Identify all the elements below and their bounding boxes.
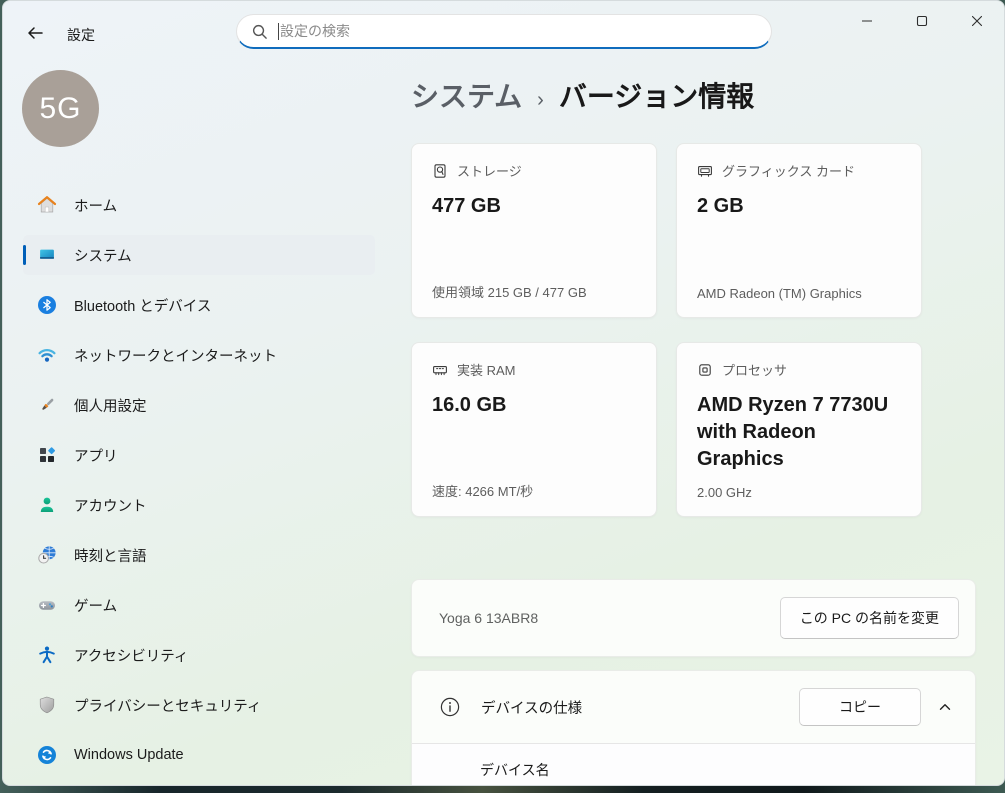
back-button[interactable]: [23, 21, 47, 45]
search-icon: [251, 23, 268, 40]
sidebar-item-bluetooth-devices[interactable]: Bluetooth とデバイス: [23, 285, 375, 325]
sidebar-item-accounts[interactable]: アカウント: [23, 485, 375, 525]
sidebar-item-label: 時刻と言語: [74, 545, 147, 566]
sidebar-item-label: プライバシーとセキュリティ: [74, 695, 261, 716]
time-language-icon: [37, 545, 57, 565]
card-title: ストレージ: [457, 161, 522, 180]
page-title: バージョン情報: [559, 75, 754, 115]
cpu-icon: [697, 362, 713, 378]
accessibility-icon: [37, 645, 57, 665]
bluetooth-icon: [37, 295, 57, 315]
sidebar-item-apps[interactable]: アプリ: [23, 435, 375, 475]
chevron-up-icon[interactable]: [931, 688, 959, 726]
spec-cards-grid: ストレージ 477 GB 使用領域 215 GB / 477 GB グラフィック…: [411, 143, 976, 517]
minimize-button[interactable]: [839, 1, 894, 41]
settings-window: 設定 5G ホーム: [2, 0, 1005, 786]
close-button[interactable]: [949, 1, 1004, 41]
user-avatar[interactable]: 5G: [22, 70, 99, 147]
sidebar-item-home[interactable]: ホーム: [23, 185, 375, 225]
specs-section-title: デバイスの仕様: [481, 697, 582, 718]
device-name: Yoga 6 13ABR8: [439, 610, 538, 626]
network-icon: [37, 345, 57, 365]
device-name-spec-row: デバイス名: [412, 744, 975, 786]
rename-pc-button[interactable]: この PC の名前を変更: [780, 597, 959, 639]
text-caret: [278, 23, 279, 40]
sidebar-item-accessibility[interactable]: アクセシビリティ: [23, 635, 375, 675]
sidebar-item-label: ホーム: [74, 195, 117, 216]
card-value: 2 GB: [697, 193, 901, 220]
windows-update-icon: [37, 745, 57, 765]
sidebar-item-label: システム: [74, 245, 132, 266]
storage-card: ストレージ 477 GB 使用領域 215 GB / 477 GB: [411, 143, 657, 318]
app-title: 設定: [67, 25, 95, 45]
minimize-icon: [861, 15, 873, 27]
spec-row-label: デバイス名: [480, 760, 550, 780]
sidebar-item-network-internet[interactable]: ネットワークとインターネット: [23, 335, 375, 375]
sidebar-item-label: ゲーム: [74, 595, 117, 616]
info-icon: [439, 696, 461, 718]
device-specs-expander[interactable]: デバイスの仕様 コピー: [412, 671, 975, 743]
graphics-card: グラフィックス カード 2 GB AMD Radeon (TM) Graphic…: [676, 143, 922, 318]
card-title: グラフィックス カード: [722, 161, 855, 180]
device-specs-section: デバイスの仕様 コピー デバイス名: [411, 670, 976, 786]
card-title: プロセッサ: [722, 360, 787, 379]
card-footer: 速度: 4266 MT/秒: [432, 481, 636, 500]
sidebar-item-label: アカウント: [74, 495, 147, 516]
sidebar-item-privacy-security[interactable]: プライバシーとセキュリティ: [23, 685, 375, 725]
breadcrumb-separator-icon: ›: [537, 89, 544, 112]
system-icon: [37, 245, 57, 265]
sidebar-item-label: アプリ: [74, 445, 118, 466]
breadcrumb: システム › バージョン情報: [411, 75, 976, 119]
sidebar-nav: ホーム システム Bluetooth: [23, 185, 375, 785]
ram-icon: [432, 362, 448, 378]
card-value: AMD Ryzen 7 7730U with Radeon Graphics: [697, 392, 901, 473]
apps-icon: [37, 445, 57, 465]
personalization-icon: [37, 395, 57, 415]
maximize-button[interactable]: [894, 1, 949, 41]
sidebar-item-system[interactable]: システム: [23, 235, 375, 275]
sidebar-item-windows-update[interactable]: Windows Update: [23, 735, 375, 775]
search-box[interactable]: [236, 14, 772, 49]
close-icon: [971, 15, 983, 27]
sidebar-item-label: Windows Update: [74, 747, 184, 763]
sidebar-item-label: Bluetooth とデバイス: [74, 295, 211, 316]
home-icon: [37, 195, 57, 215]
ram-card: 実装 RAM 16.0 GB 速度: 4266 MT/秒: [411, 342, 657, 517]
privacy-shield-icon: [37, 695, 57, 715]
accounts-icon: [37, 495, 57, 515]
breadcrumb-parent[interactable]: システム: [411, 75, 522, 115]
sidebar-item-label: 個人用設定: [74, 395, 147, 416]
card-footer: AMD Radeon (TM) Graphics: [697, 286, 901, 301]
storage-icon: [432, 163, 448, 179]
sidebar-item-label: ネットワークとインターネット: [74, 345, 277, 366]
selected-accent-bar: [23, 245, 26, 265]
main-content: システム › バージョン情報 ストレージ 477 GB 使用領域: [411, 75, 976, 786]
gpu-icon: [697, 163, 713, 179]
sidebar-item-time-language[interactable]: 時刻と言語: [23, 535, 375, 575]
sidebar-item-label: アクセシビリティ: [74, 645, 188, 666]
card-title: 実装 RAM: [457, 360, 516, 379]
card-footer: 使用領域 215 GB / 477 GB: [432, 282, 636, 301]
card-footer: 2.00 GHz: [697, 485, 901, 500]
back-arrow-icon: [26, 24, 44, 42]
sidebar-item-personalization[interactable]: 個人用設定: [23, 385, 375, 425]
window-controls: [839, 1, 1004, 41]
copy-button[interactable]: コピー: [799, 688, 921, 726]
processor-card: プロセッサ AMD Ryzen 7 7730U with Radeon Grap…: [676, 342, 922, 517]
card-value: 477 GB: [432, 193, 636, 220]
card-value: 16.0 GB: [432, 392, 636, 419]
device-name-row: Yoga 6 13ABR8 この PC の名前を変更: [411, 579, 976, 657]
search-input[interactable]: [280, 23, 757, 39]
gaming-icon: [37, 595, 57, 615]
sidebar-item-gaming[interactable]: ゲーム: [23, 585, 375, 625]
maximize-icon: [916, 15, 928, 27]
